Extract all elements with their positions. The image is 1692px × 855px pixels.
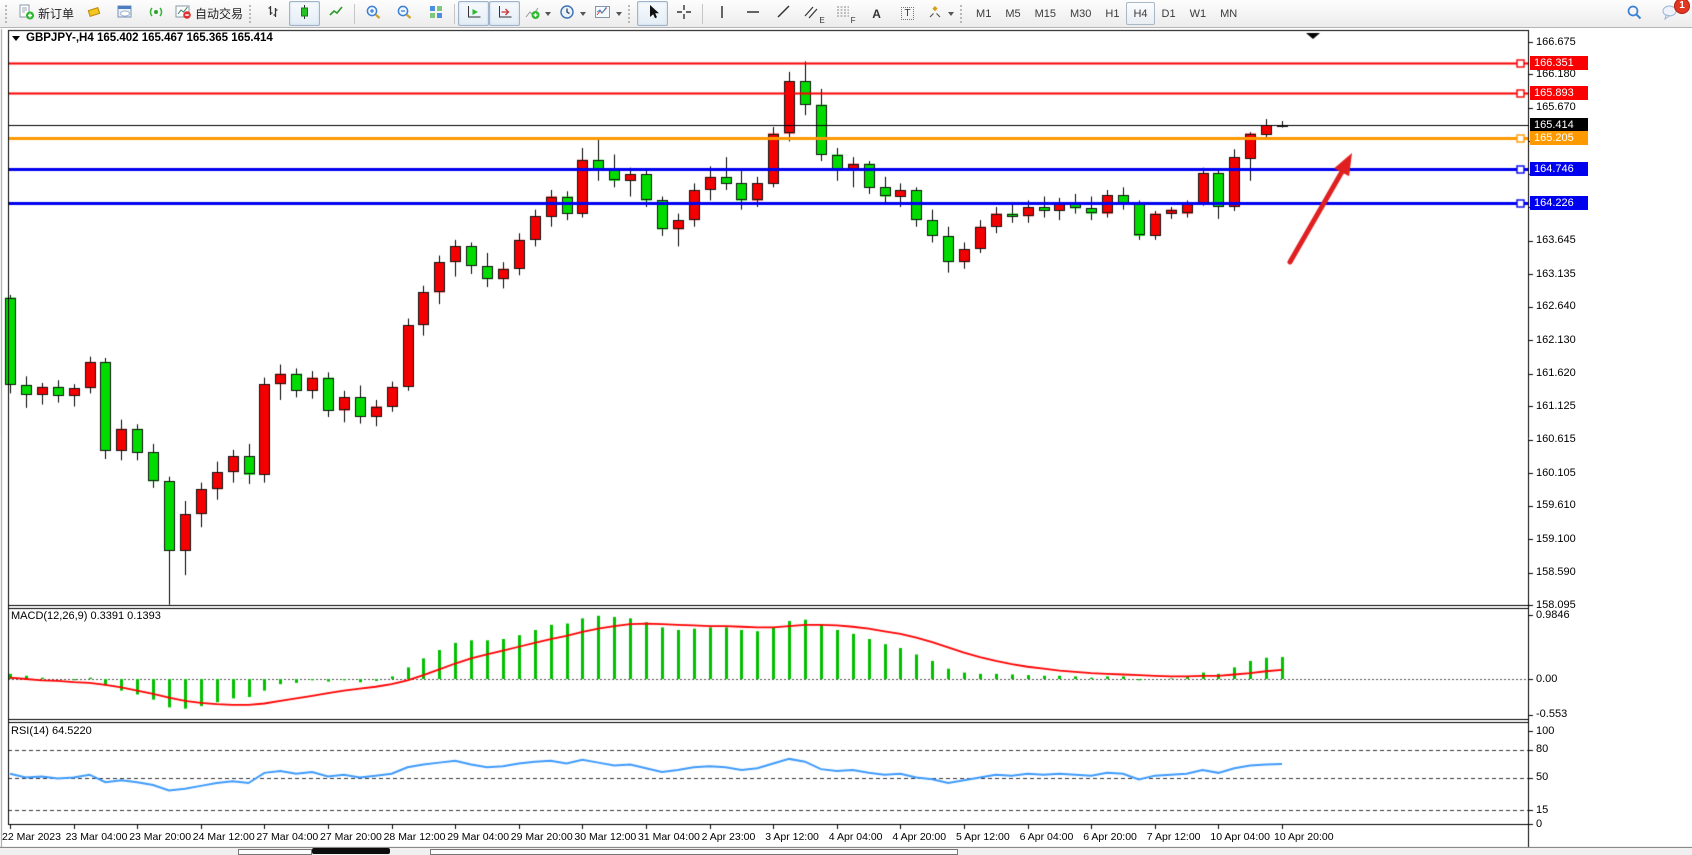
text-tool-icon: A: [872, 8, 881, 20]
cursor-icon: [646, 4, 660, 23]
bottom-status-strip: [0, 847, 1692, 855]
tile-windows-button[interactable]: [420, 1, 451, 26]
crosshair-icon: [676, 4, 692, 23]
text-label-icon: T: [901, 7, 913, 20]
candlestick-chart-icon: [297, 4, 312, 23]
notification-badge: 1: [1674, 0, 1690, 14]
toolbar-grip: [5, 5, 12, 23]
signal-waves-icon: [148, 4, 164, 23]
chevron-down-icon: [616, 12, 622, 16]
cursor-tool-button[interactable]: [637, 1, 668, 26]
equidistant-channel-tool-button[interactable]: E: [799, 1, 830, 26]
notifications-button[interactable]: 1: [1654, 1, 1685, 26]
signals-button[interactable]: [140, 1, 171, 26]
auto-trading-label: 自动交易: [195, 5, 243, 22]
status-segment: [238, 849, 312, 855]
clock-icon: [559, 4, 575, 23]
line-chart-type-button[interactable]: [320, 1, 351, 26]
toolbar-separator: [454, 4, 455, 24]
timeframe-h4-button[interactable]: H4: [1126, 2, 1154, 25]
timeframe-d1-button[interactable]: D1: [1155, 2, 1183, 25]
templates-button[interactable]: [590, 1, 626, 26]
auto-trading-button[interactable]: 自动交易: [171, 1, 247, 26]
market-watch-button[interactable]: [109, 1, 140, 26]
trendline-tool-button[interactable]: [768, 1, 799, 26]
tile-windows-icon: [428, 4, 444, 23]
new-order-icon: [18, 4, 35, 23]
channel-suffix-glyph: E: [819, 16, 824, 25]
chart-shift-icon: [497, 4, 513, 23]
horizontal-line-tool-button[interactable]: [737, 1, 768, 26]
fibonacci-suffix-glyph: F: [851, 16, 856, 25]
trendline-icon: [776, 4, 792, 23]
cloud-window-icon: [117, 4, 133, 23]
chevron-down-icon: [580, 12, 586, 16]
timeframe-h1-button[interactable]: H1: [1098, 2, 1126, 25]
indicators-button[interactable]: [520, 1, 555, 26]
gold-chart-button[interactable]: [78, 1, 109, 26]
chart-shift-button[interactable]: [489, 1, 520, 26]
new-order-button[interactable]: 新订单: [14, 1, 78, 26]
timeframe-m15-button[interactable]: M15: [1028, 2, 1063, 25]
toolbar-separator: [354, 4, 355, 24]
new-order-label: 新订单: [38, 5, 74, 22]
vertical-line-icon: [716, 4, 728, 23]
timeframe-m1-button[interactable]: M1: [969, 2, 998, 25]
crosshair-tool-button[interactable]: [668, 1, 699, 26]
auto-trading-icon: [175, 4, 192, 23]
zoom-in-icon: [365, 4, 382, 24]
arrows-shapes-icon: [927, 4, 943, 23]
timeframe-mn-button[interactable]: MN: [1213, 2, 1244, 25]
auto-scroll-button[interactable]: [458, 1, 489, 26]
price-chart-canvas[interactable]: [0, 0, 1692, 855]
status-segment-dark: [312, 848, 390, 854]
chevron-down-icon: [948, 12, 954, 16]
channel-icon: [804, 4, 818, 23]
text-tool-button[interactable]: A: [861, 1, 892, 26]
timeframe-m5-button[interactable]: M5: [998, 2, 1027, 25]
template-icon: [594, 4, 611, 23]
toolbar-grip: [628, 5, 635, 23]
status-segment: [430, 849, 958, 855]
auto-scroll-icon: [466, 4, 482, 23]
bar-chart-icon: [266, 4, 281, 23]
toolbar-separator: [702, 4, 703, 24]
text-label-tool-button[interactable]: T: [892, 1, 923, 26]
fibonacci-icon: [836, 4, 850, 23]
toolbar-grip: [249, 5, 256, 23]
fibonacci-tool-button[interactable]: F: [830, 1, 861, 26]
vertical-line-tool-button[interactable]: [706, 1, 737, 26]
arrows-tool-button[interactable]: [923, 1, 958, 26]
bar-chart-type-button[interactable]: [258, 1, 289, 26]
candlestick-chart-type-button[interactable]: [289, 1, 320, 26]
toolbar-grip: [960, 5, 967, 23]
gold-bar-icon: [86, 4, 102, 23]
chevron-down-icon: [545, 12, 551, 16]
add-indicator-icon: [524, 4, 540, 23]
main-toolbar: 新订单 自动交易: [0, 0, 1692, 28]
timeframe-w1-button[interactable]: W1: [1183, 2, 1214, 25]
timeframe-m30-button[interactable]: M30: [1063, 2, 1098, 25]
zoom-out-button[interactable]: [389, 1, 420, 26]
horizontal-line-icon: [745, 4, 761, 23]
search-button[interactable]: [1619, 1, 1650, 26]
search-icon: [1626, 4, 1643, 24]
zoom-in-button[interactable]: [358, 1, 389, 26]
periods-button[interactable]: [555, 1, 590, 26]
line-chart-icon: [328, 4, 344, 23]
zoom-out-icon: [396, 4, 413, 24]
